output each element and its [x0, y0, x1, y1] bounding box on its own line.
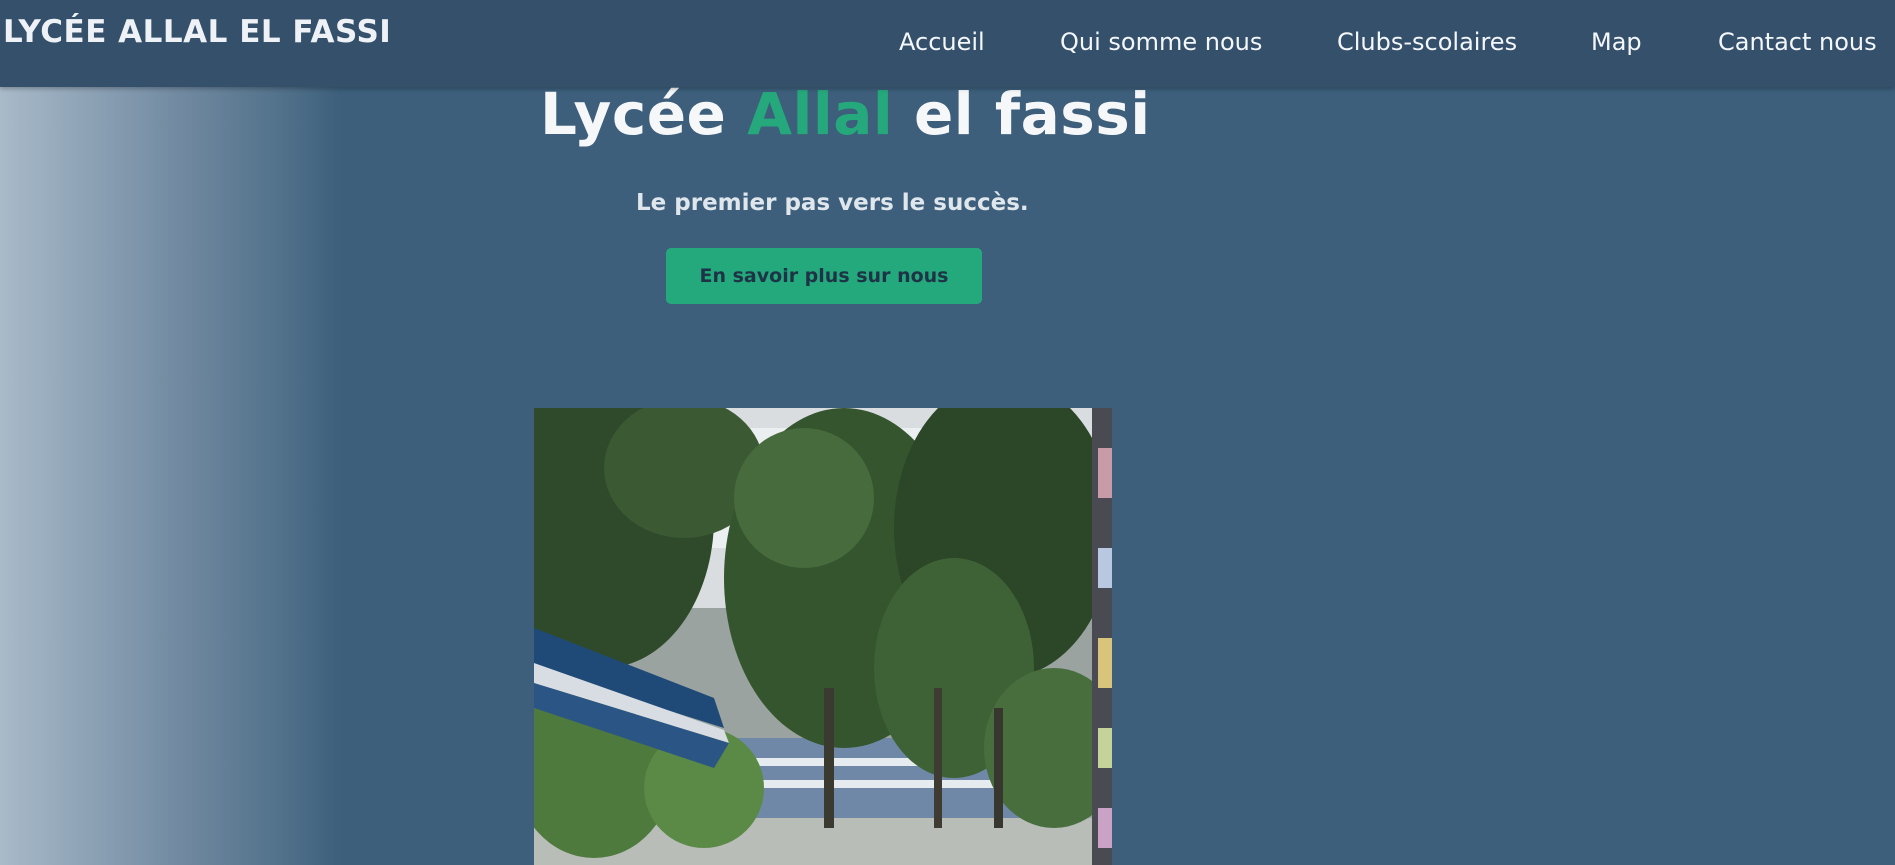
school-photo-illustration	[534, 408, 1112, 865]
main-nav: Accueil Qui somme nous Clubs-scolaires M…	[0, 28, 1895, 64]
top-navbar: LYCÉE ALLAL EL FASSI Accueil Qui somme n…	[0, 0, 1895, 87]
school-photo	[534, 408, 1112, 865]
learn-more-button[interactable]: En savoir plus sur nous	[666, 248, 982, 304]
left-gradient-panel	[0, 0, 340, 865]
hero-title-accent: Allal	[747, 80, 894, 148]
nav-link-map[interactable]: Map	[1591, 28, 1642, 56]
hero-title-part1: Lycée	[540, 80, 748, 148]
page: LYCÉE ALLAL EL FASSI Accueil Qui somme n…	[0, 0, 1895, 865]
nav-link-accueil[interactable]: Accueil	[899, 28, 985, 56]
hero-tagline: Le premier pas vers le succès.	[636, 190, 1029, 216]
nav-link-clubs-scolaires[interactable]: Clubs-scolaires	[1337, 28, 1517, 56]
nav-link-contact[interactable]: Cantact nous	[1718, 28, 1877, 56]
hero-title: Lycée Allal el fassi	[540, 80, 1151, 148]
hero-title-part2: el fassi	[893, 80, 1151, 148]
nav-link-qui-somme-nous[interactable]: Qui somme nous	[1060, 28, 1262, 56]
